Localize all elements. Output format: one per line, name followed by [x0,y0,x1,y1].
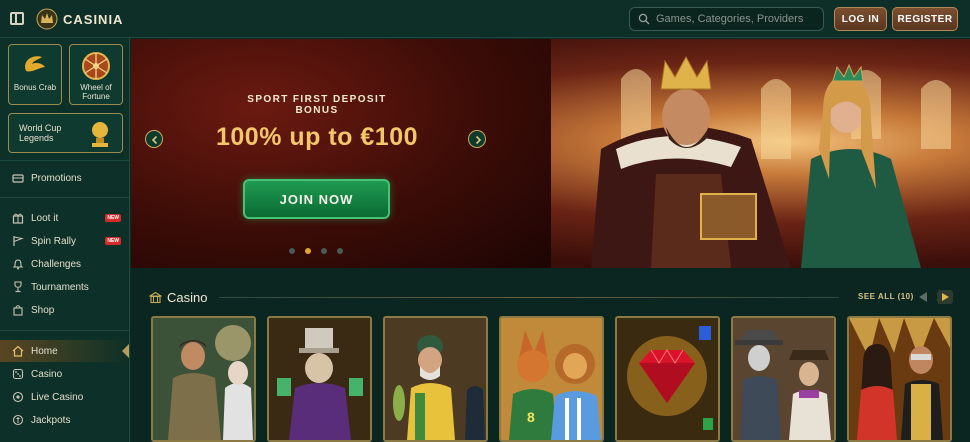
football-animals-game-art: 8 [501,318,602,440]
explorer-game-art [153,318,254,440]
search-box[interactable] [629,7,824,31]
jackpot-icon [12,414,24,426]
chevron-right-icon [475,135,482,145]
sidebar-item-challenges[interactable]: Challenges [0,253,129,275]
sidebar-item-tournaments[interactable]: Tournaments [0,276,129,298]
promo-banner: SPORT FIRST DEPOSIT BONUS 100% up to €10… [131,39,970,268]
football-animals-game-tile[interactable]: 8 [499,316,604,442]
couple-gold-game-art [849,318,950,440]
sidebar-item-label: Challenges [31,258,82,270]
svg-text:8: 8 [527,409,535,425]
sidebar-item-loot-it[interactable]: Loot it NEW [0,207,129,229]
wheel-of-fortune-label: Wheel of Fortune [80,83,112,101]
promotions-icon [12,174,24,183]
sidebar-divider [0,330,129,331]
bonus-crab-label: Bonus Crab [13,83,57,92]
clown-magician-game-art [269,318,370,440]
crab-claw-icon [25,56,45,72]
new-badge: NEW [105,237,121,245]
join-now-button[interactable]: JOIN NOW [243,179,390,219]
game-carousel: 8 [151,316,970,442]
explorer-game-tile[interactable] [151,316,256,442]
sidebar-item-label: Spin Rally [31,235,77,247]
trophy-icon [92,122,108,147]
see-all-link[interactable]: SEE ALL (10) [858,292,914,301]
sidebar-item-spin-rally[interactable]: Spin Rally NEW [0,230,129,252]
pagination-dot-3[interactable] [321,248,327,254]
banner-subtitle: SPORT FIRST DEPOSIT BONUS [247,94,387,116]
search-input[interactable] [656,13,816,25]
casinia-logo[interactable]: CASINIA [36,7,123,31]
brand-name: CASINIA [63,11,124,27]
world-cup-legends-tile[interactable]: World Cup Legends [8,113,123,153]
banner-curtain-backdrop [131,39,551,268]
world-cup-legends-label: World Cup Legends [19,123,62,143]
flag-icon [13,236,24,246]
active-indicator [122,344,129,358]
sidebar-item-label: Shop [31,304,55,316]
bonus-crab-tile[interactable]: Bonus Crab [8,44,62,105]
clown-magician-game-tile[interactable] [267,316,372,442]
sidebar-item-label: Jackpots [31,414,71,426]
top-header: CASINIA LOG IN REGISTER [0,0,970,38]
search-icon [638,13,650,25]
crown-logo-icon [36,8,58,30]
new-badge: NEW [105,214,121,222]
gift-box-icon [12,213,24,224]
banner-prev-button[interactable] [145,130,163,148]
ruby-diamond-game-tile[interactable] [615,316,720,442]
sidebar-item-label: Tournaments [31,281,89,293]
sidebar-item-jackpots[interactable]: Jackpots [0,409,129,431]
pagination-dot-4[interactable] [337,248,343,254]
register-button[interactable]: REGISTER [892,7,958,31]
sidebar-divider [0,160,129,161]
sidebar: Bonus Crab Wheel of Fortune World Cup Le… [0,38,130,442]
casino-section: Casino SEE ALL (10) 8 [131,268,970,442]
trophy-icon [14,281,22,293]
sidebar-item-live-casino[interactable]: Live Casino [0,386,129,408]
banner-next-button[interactable] [468,130,486,148]
section-title: Casino [167,290,208,305]
sidebar-item-shop[interactable]: Shop [0,299,129,321]
home-icon [12,345,24,357]
ruby-diamond-game-art [617,318,718,440]
banner-pagination [289,248,343,254]
sidebar-item-promotions[interactable]: Promotions [0,167,129,189]
carousel-next-icon[interactable] [937,290,953,304]
shopping-bag-icon [13,305,23,316]
sidebar-item-label: Home [31,345,58,357]
section-divider [219,297,839,298]
couple-gold-game-tile[interactable] [847,316,952,442]
sidebar-divider [0,197,129,198]
casino-building-icon [149,291,162,304]
wheel-icon [82,52,110,80]
fisherman-game-tile[interactable] [383,316,488,442]
western-bandits-game-tile[interactable] [731,316,836,442]
sidebar-item-label: Casino [31,368,63,380]
sidebar-item-label: Promotions [31,172,82,184]
sidebar-item-label: Live Casino [31,391,84,403]
sidebar-toggle-icon[interactable] [10,12,24,25]
banner-title: 100% up to €100 [215,123,419,151]
casino-icon [12,368,24,380]
fisherman-game-art [385,318,486,440]
sidebar-item-home[interactable]: Home [0,340,129,362]
chevron-left-icon [151,135,158,145]
pagination-dot-1[interactable] [289,248,295,254]
king-and-queen-artwork [591,55,951,268]
live-casino-icon [12,391,24,403]
bell-icon [12,259,24,270]
sidebar-item-label: Loot it [31,212,59,224]
carousel-prev-icon[interactable] [919,292,927,302]
western-bandits-game-art [733,318,834,440]
pagination-dot-2[interactable] [305,248,311,254]
login-button[interactable]: LOG IN [834,7,887,31]
wheel-of-fortune-tile[interactable]: Wheel of Fortune [69,44,123,105]
sidebar-item-casino[interactable]: Casino [0,363,129,385]
